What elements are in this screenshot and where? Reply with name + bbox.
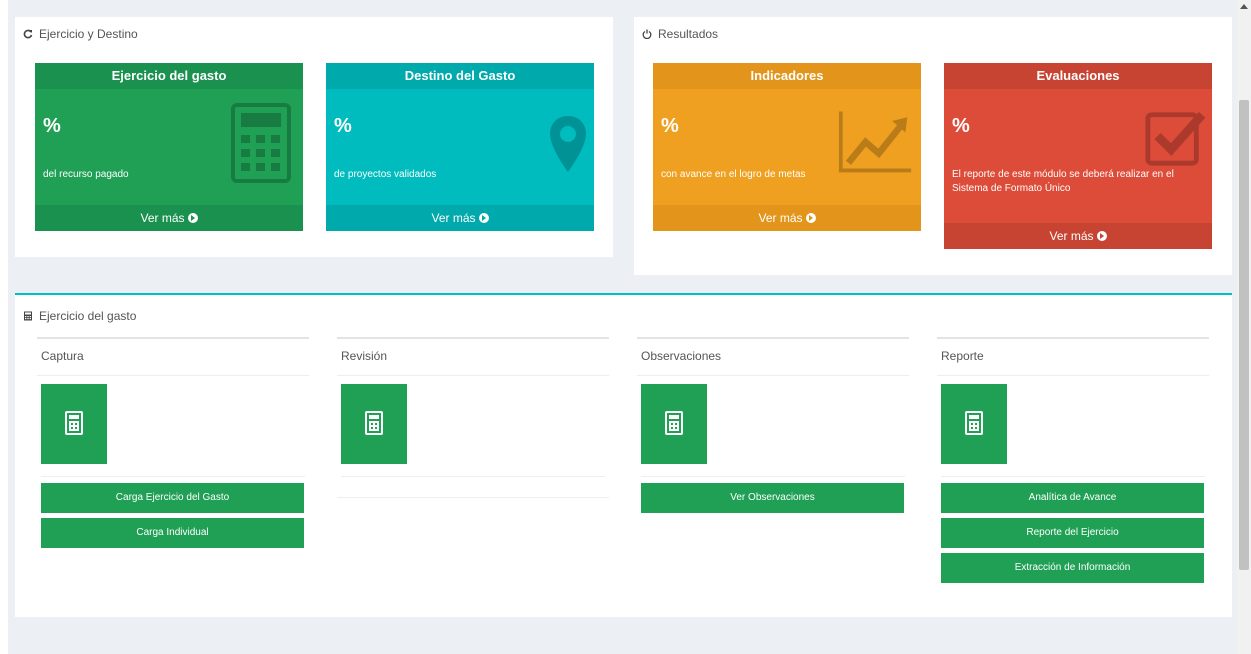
arrow-circle-right-icon xyxy=(478,213,489,223)
arrow-circle-right-icon xyxy=(187,213,198,223)
panel-resultados: Resultados Indicadores % con avance en e… xyxy=(634,17,1232,275)
calculator-icon xyxy=(965,411,983,435)
column-title: Captura xyxy=(37,337,309,375)
calculator-icon xyxy=(365,411,383,435)
card-indicadores: Indicadores % con avance en el logro de … xyxy=(653,63,921,231)
refresh-icon xyxy=(23,29,33,39)
divider xyxy=(941,476,1205,477)
power-icon xyxy=(642,29,652,39)
ver-mas-label: Ver más xyxy=(140,211,185,225)
column-revision: Revisión xyxy=(337,337,609,498)
card-title: Evaluaciones xyxy=(944,63,1212,89)
map-marker-icon xyxy=(550,116,586,172)
panel-header: Ejercicio y Destino xyxy=(23,27,138,41)
calculator-tile xyxy=(641,384,707,464)
ver-mas-label: Ver más xyxy=(758,211,803,225)
check-square-icon xyxy=(1145,111,1206,166)
panel-ejercicio-gasto: Ejercicio del gasto Captura Carga Ejerci… xyxy=(15,293,1232,617)
ver-mas-link[interactable]: Ver más xyxy=(326,205,594,231)
column-reporte: Reporte Analítica de Avance Reporte del … xyxy=(937,337,1209,588)
calculator-small-icon xyxy=(24,311,32,321)
divider xyxy=(641,476,905,477)
column-body xyxy=(637,375,909,483)
panel-title: Ejercicio del gasto xyxy=(39,309,137,323)
divider xyxy=(337,497,609,498)
panel-title: Ejercicio y Destino xyxy=(39,27,138,41)
column-observaciones: Observaciones Ver Observaciones xyxy=(637,337,909,518)
calculator-tile xyxy=(941,384,1007,464)
line-chart-icon xyxy=(838,111,912,173)
card-destino-gasto: Destino del Gasto % de proyectos validad… xyxy=(326,63,594,231)
column-title: Revisión xyxy=(337,337,609,375)
arrow-circle-right-icon xyxy=(805,213,816,223)
scrollbar[interactable] xyxy=(1237,0,1251,654)
arrow-circle-right-icon xyxy=(1096,231,1107,241)
panel-ejercicio-destino: Ejercicio y Destino Ejercicio del gasto … xyxy=(15,17,613,257)
column-title: Observaciones xyxy=(637,337,909,375)
card-title: Indicadores xyxy=(653,63,921,89)
card-percent: % xyxy=(43,115,61,137)
card-text: de proyectos validados xyxy=(334,169,437,180)
calculator-tile xyxy=(41,384,107,464)
carga-individual-button[interactable]: Carga Individual xyxy=(41,518,304,548)
ver-mas-label: Ver más xyxy=(431,211,476,225)
page-edge xyxy=(0,0,8,654)
divider xyxy=(41,476,305,477)
panel-header: Ejercicio del gasto xyxy=(23,309,136,323)
scrollbar-thumb[interactable] xyxy=(1239,100,1249,570)
column-captura: Captura Carga Ejercicio del Gasto Carga … xyxy=(37,337,309,553)
card-text: con avance en el logro de metas xyxy=(661,169,806,180)
column-body xyxy=(937,375,1209,483)
ver-mas-link[interactable]: Ver más xyxy=(35,205,303,231)
analitica-avance-button[interactable]: Analítica de Avance xyxy=(941,483,1204,513)
card-title: Ejercicio del gasto xyxy=(35,63,303,89)
reporte-ejercicio-button[interactable]: Reporte del Ejercicio xyxy=(941,518,1204,548)
card-percent: % xyxy=(334,115,352,137)
ver-mas-link[interactable]: Ver más xyxy=(653,205,921,231)
ver-observaciones-button[interactable]: Ver Observaciones xyxy=(641,483,904,513)
column-body xyxy=(37,375,309,483)
card-ejercicio-gasto: Ejercicio del gasto % del recurso pagado… xyxy=(35,63,303,231)
card-evaluaciones: Evaluaciones % El reporte de este módulo… xyxy=(944,63,1212,249)
column-title: Reporte xyxy=(937,337,1209,375)
calculator-icon xyxy=(665,411,683,435)
scroll-up-icon[interactable] xyxy=(1240,4,1248,9)
card-text: El reporte de este módulo se deberá real… xyxy=(952,169,1174,194)
calculator-tile xyxy=(341,384,407,464)
carga-ejercicio-button[interactable]: Carga Ejercicio del Gasto xyxy=(41,483,304,513)
ver-mas-label: Ver más xyxy=(1049,229,1094,243)
card-percent: % xyxy=(952,115,970,137)
extraccion-informacion-button[interactable]: Extracción de Información xyxy=(941,553,1204,583)
card-title: Destino del Gasto xyxy=(326,63,594,89)
panel-title: Resultados xyxy=(658,27,719,41)
card-text: del recurso pagado xyxy=(43,169,129,180)
divider xyxy=(341,476,605,477)
panel-header: Resultados xyxy=(642,27,718,41)
card-percent: % xyxy=(661,115,679,137)
ver-mas-link[interactable]: Ver más xyxy=(944,223,1212,249)
calculator-icon xyxy=(65,411,83,435)
column-body xyxy=(337,375,609,483)
